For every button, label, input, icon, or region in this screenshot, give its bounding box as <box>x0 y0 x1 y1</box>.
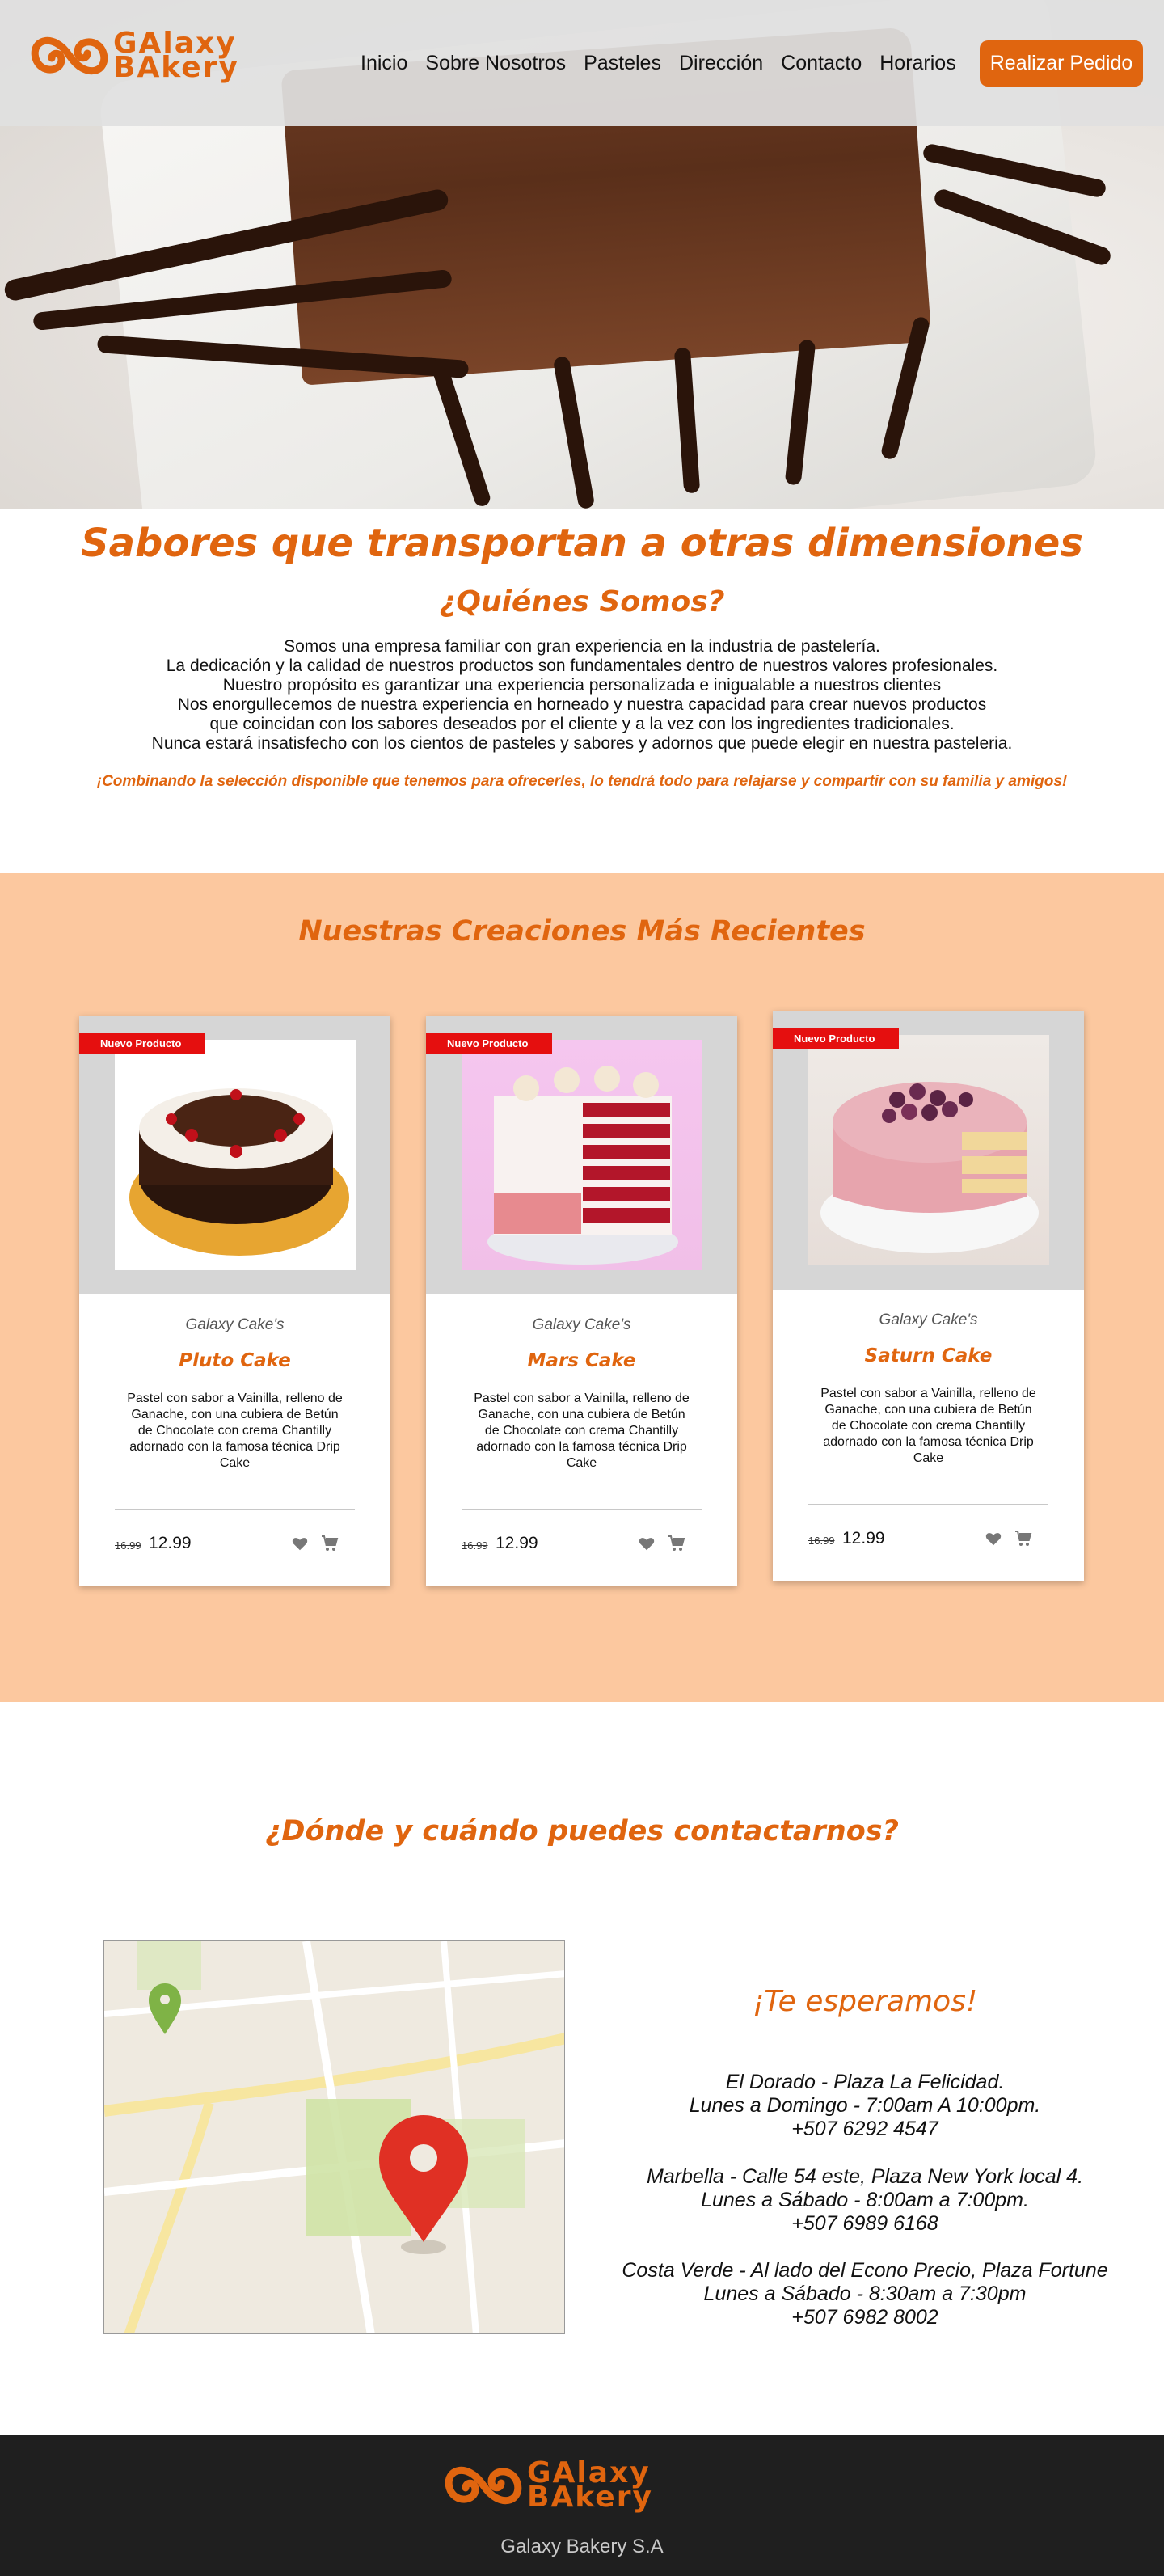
heart-icon[interactable] <box>291 1535 309 1552</box>
card-divider <box>462 1509 702 1510</box>
footer-logo-text: GAlaxy BAkery <box>527 2459 653 2514</box>
nav-horarios[interactable]: Horarios <box>879 50 955 76</box>
logo[interactable]: GAlaxy BAkery <box>29 27 239 84</box>
old-price: 16.99 <box>462 1539 488 1552</box>
heart-icon[interactable] <box>638 1535 656 1552</box>
map-image <box>104 1941 564 2333</box>
products-title: Nuestras Creaciones Más Recientes <box>298 915 866 948</box>
about-line: Nunca estará insatisfecho con los ciento… <box>151 734 1013 753</box>
product-description: Pastel con sabor a Vainilla, relleno de … <box>474 1391 690 1470</box>
price: 12.99 <box>842 1529 885 1548</box>
product-brand: Galaxy Cake's <box>185 1316 285 1333</box>
logo-line2: BAkery <box>113 51 239 84</box>
cake-image <box>820 1082 1039 1253</box>
new-product-badge: Nuevo Producto <box>79 1033 205 1054</box>
about-line: Nuestro propósito es garantizar una expe… <box>222 676 942 695</box>
cart-icon[interactable] <box>667 1534 686 1553</box>
branch-hours: Lunes a Domingo - 7:00am A 10:00pm. <box>689 2094 1041 2117</box>
branch-address: El Dorado - Plaza La Felicidad. <box>725 2071 1005 2093</box>
product-photo-mars <box>462 1040 702 1270</box>
footer-logo-line2: BAkery <box>527 2481 653 2514</box>
product-description: Pastel con sabor a Vainilla, relleno de … <box>820 1387 1036 1465</box>
heart-icon[interactable] <box>985 1530 1002 1548</box>
product-brand: Galaxy Cake's <box>532 1316 631 1333</box>
about-line: que coincidan con los sabores deseados p… <box>209 715 955 733</box>
nav-sobre-nosotros[interactable]: Sobre Nosotros <box>425 50 566 76</box>
card-divider <box>808 1504 1048 1505</box>
product-name[interactable]: Saturn Cake <box>773 1345 1084 1366</box>
card-divider <box>115 1509 355 1510</box>
product-card-pluto[interactable]: Nuevo Producto Galaxy Cake's Pluto Cake … <box>79 1016 390 1586</box>
branch-phone[interactable]: +507 6292 4547 <box>598 2118 1132 2141</box>
about-line: Nos enorgullecemos de nuestra experienci… <box>177 695 987 714</box>
old-price: 16.99 <box>808 1535 835 1547</box>
branch-hours: Lunes a Sábado - 8:30am a 7:30pm <box>703 2283 1027 2305</box>
about-slogan: ¡Combinando la selección disponible que … <box>96 773 1068 790</box>
about-line: Somos una empresa familiar con gran expe… <box>284 637 880 656</box>
product-card-saturn[interactable]: Nuevo Producto Galaxy Cake's Saturn Cake… <box>773 1011 1084 1581</box>
nav-direccion[interactable]: Dirección <box>679 50 763 76</box>
galaxy-swirl-icon <box>445 2466 522 2505</box>
product-brand: Galaxy Cake's <box>879 1311 978 1328</box>
branch-phone[interactable]: +507 6982 8002 <box>598 2306 1132 2329</box>
about-heading: ¿Quiénes Somos? <box>439 585 725 619</box>
old-price: 16.99 <box>115 1539 141 1552</box>
price: 12.99 <box>149 1534 192 1552</box>
contact-title: ¿Dónde y cuándo puedes contactarnos? <box>265 1815 899 1848</box>
products-section: Nuestras Creaciones Más Recientes Nuevo … <box>0 873 1164 1702</box>
branch-costa-verde: Costa Verde - Al lado del Econo Precio, … <box>598 2259 1132 2329</box>
branch-marbella: Marbella - Calle 54 este, Plaza New York… <box>598 2165 1132 2236</box>
nav-contacto[interactable]: Contacto <box>781 50 862 76</box>
logo-text: GAlaxy BAkery <box>113 29 239 84</box>
product-photo-pluto <box>115 1040 356 1270</box>
cart-icon[interactable] <box>1014 1529 1033 1548</box>
welcome-heading: ¡Te esperamos! <box>752 1985 978 2018</box>
about-line: La dedicación y la calidad de nuestros p… <box>166 657 998 675</box>
product-image-area: Nuevo Producto <box>426 1016 737 1294</box>
product-image-area: Nuevo Producto <box>773 1011 1084 1290</box>
galaxy-swirl-icon <box>31 36 108 75</box>
footer-logo[interactable]: GAlaxy BAkery <box>443 2457 653 2514</box>
product-name[interactable]: Mars Cake <box>426 1350 737 1371</box>
new-product-badge: Nuevo Producto <box>426 1033 552 1054</box>
product-image-area: Nuevo Producto <box>79 1016 390 1294</box>
branch-address: Costa Verde - Al lado del Econo Precio, … <box>622 2259 1108 2282</box>
branch-phone[interactable]: +507 6989 6168 <box>598 2212 1132 2236</box>
site-footer: GAlaxy BAkery Galaxy Bakery S.A <box>0 2435 1164 2576</box>
main-nav: Inicio Sobre Nosotros Pasteles Dirección… <box>361 50 974 76</box>
new-product-badge: Nuevo Producto <box>773 1028 899 1049</box>
product-photo-saturn <box>808 1035 1049 1265</box>
branch-el-dorado: El Dorado - Plaza La Felicidad. Lunes a … <box>598 2071 1132 2141</box>
about-text: Somos una empresa familiar con gran expe… <box>0 637 1164 754</box>
product-name[interactable]: Pluto Cake <box>79 1350 390 1371</box>
product-description: Pastel con sabor a Vainilla, relleno de … <box>127 1391 343 1470</box>
branch-hours: Lunes a Sábado - 8:00am a 7:00pm. <box>701 2189 1029 2211</box>
branch-address: Marbella - Calle 54 este, Plaza New York… <box>646 2165 1084 2188</box>
page-tagline: Sabores que transportan a otras dimensio… <box>81 521 1083 566</box>
cart-icon[interactable] <box>320 1534 340 1553</box>
nav-inicio[interactable]: Inicio <box>361 50 407 76</box>
cake-image <box>129 1088 349 1256</box>
order-button[interactable]: Realizar Pedido <box>980 40 1143 87</box>
about-section: Sabores que transportan a otras dimensio… <box>0 509 1164 873</box>
product-card-mars[interactable]: Nuevo Producto Galaxy Cake's Mars Cake P… <box>426 1016 737 1586</box>
location-map[interactable] <box>103 1940 565 2334</box>
site-header: GAlaxy BAkery Inicio Sobre Nosotros Past… <box>0 0 1164 126</box>
price: 12.99 <box>496 1534 538 1552</box>
footer-company: Galaxy Bakery S.A <box>500 2536 664 2557</box>
nav-pasteles[interactable]: Pasteles <box>584 50 661 76</box>
cake-image <box>487 1066 678 1265</box>
